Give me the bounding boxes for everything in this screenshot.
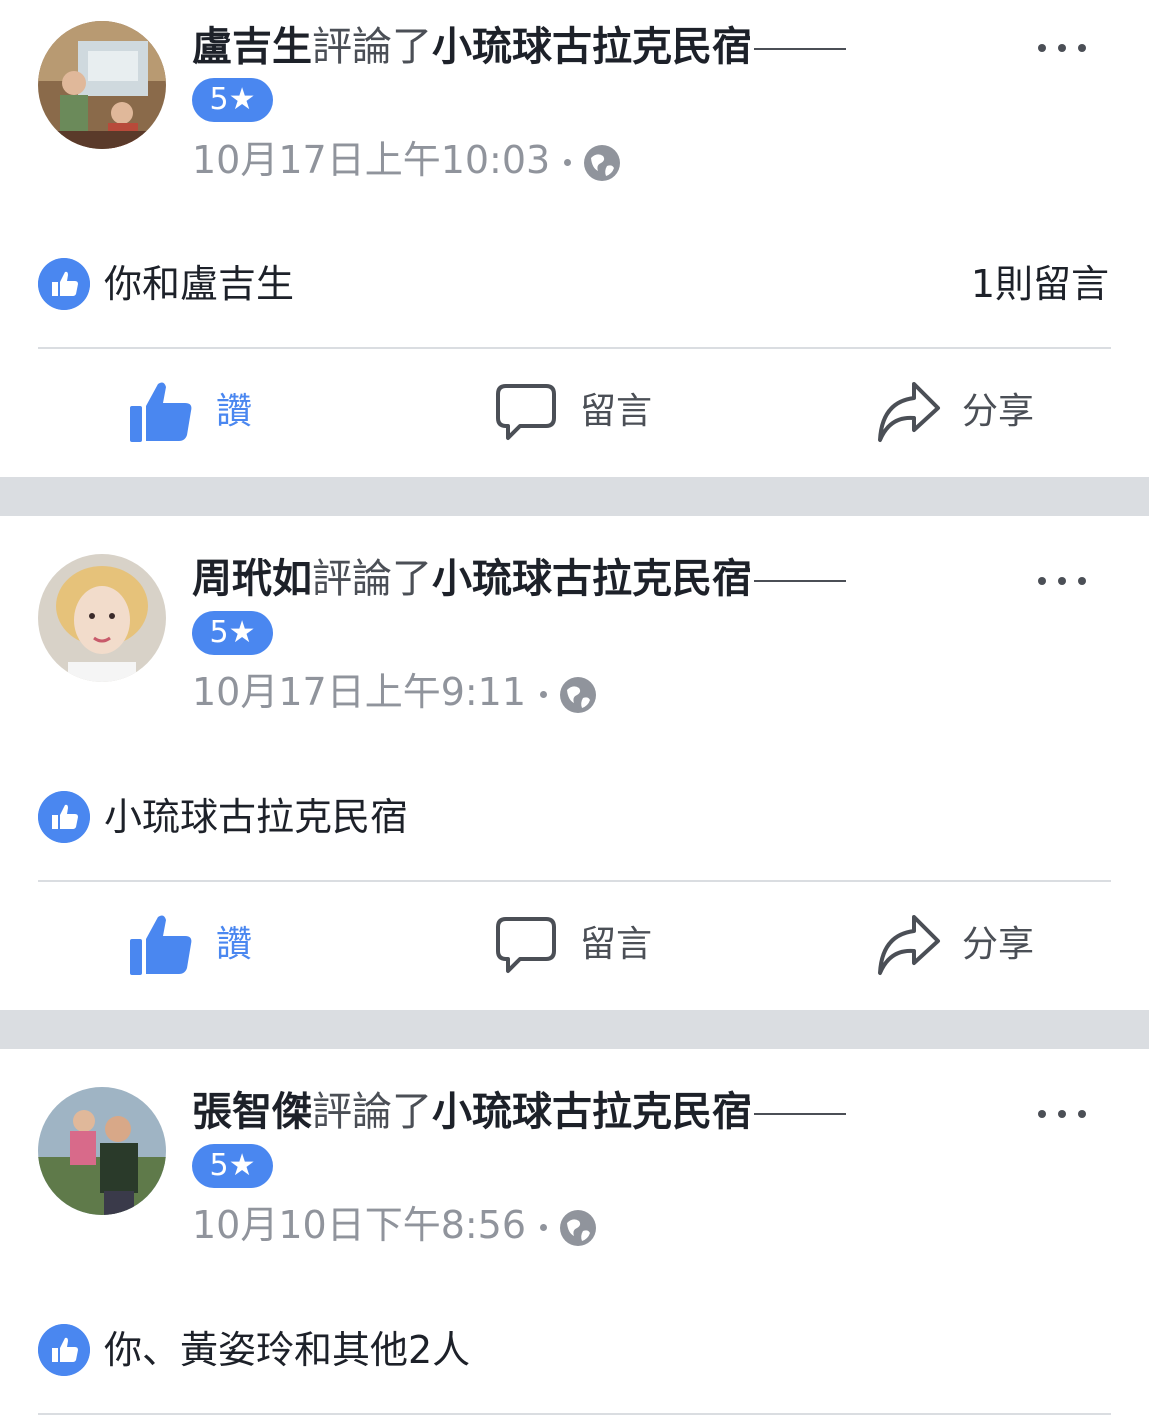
divider [38,880,1111,882]
share-label: 分享 [962,391,1035,432]
like-label: 讚 [216,391,253,432]
post-separator [0,1010,1149,1049]
post-header: 張智傑評論了小琉球古拉克民宿 [192,1087,846,1137]
like-button[interactable]: 讚 [128,911,268,981]
divider [38,1413,1111,1415]
comment-label: 留言 [580,924,653,965]
more-options-icon[interactable] [1032,1096,1092,1132]
comment-bubble-icon [496,917,556,973]
action-bar: 讚 留言 分享 [0,378,1149,448]
page-name[interactable]: 小琉球古拉克民宿 [432,556,752,602]
more-options-icon[interactable] [1032,563,1092,599]
like-badge-icon [38,791,90,843]
globe-icon [584,144,621,181]
dash-divider [754,580,846,582]
dash-divider [754,1113,846,1115]
rating-badge: 5★ [192,1144,273,1188]
timestamp[interactable]: 10月17日上午9:11 [192,670,526,714]
action-bar: 讚 留言 分享 [0,911,1149,981]
review-post: 盧吉生評論了小琉球古拉克民宿 5★ 10月17日上午10:03 你和盧吉生 1則… [0,0,1149,477]
likes-text: 小琉球古拉克民宿 [104,795,409,839]
author-name[interactable]: 周玳如 [192,556,312,602]
review-post: 周玳如評論了小琉球古拉克民宿 5★ 10月17日上午9:11 小琉球古拉克民宿 … [0,516,1149,1010]
divider [38,347,1111,349]
review-verb: 評論了 [312,556,432,602]
post-header: 盧吉生評論了小琉球古拉克民宿 [192,22,846,72]
avatar[interactable] [38,554,166,682]
post-header: 周玳如評論了小琉球古拉克民宿 [192,554,846,604]
author-name[interactable]: 盧吉生 [192,24,312,70]
review-verb: 評論了 [312,1089,432,1135]
comment-count[interactable]: 1則留言 [971,260,1109,308]
likes-text: 你和盧吉生 [104,262,295,306]
like-button[interactable]: 讚 [128,378,268,448]
comment-button[interactable]: 留言 [494,378,664,448]
post-meta: 10月17日上午10:03 [192,137,621,183]
post-meta: 10月10日下午8:56 [192,1202,597,1248]
meta-dot [540,1224,548,1231]
author-name[interactable]: 張智傑 [192,1089,312,1135]
comment-label: 留言 [580,391,653,432]
page-name[interactable]: 小琉球古拉克民宿 [432,24,752,70]
comment-button[interactable]: 留言 [494,911,664,981]
globe-icon [560,1209,597,1246]
meta-dot [540,691,548,698]
avatar[interactable] [38,1087,166,1215]
like-badge-icon [38,1324,90,1376]
rating-badge: 5★ [192,611,273,655]
meta-dot [564,159,572,166]
timestamp[interactable]: 10月10日下午8:56 [192,1203,526,1247]
post-meta: 10月17日上午9:11 [192,669,597,715]
share-button[interactable]: 分享 [876,378,1046,448]
share-arrow-icon [878,915,940,975]
share-label: 分享 [962,924,1035,965]
more-options-icon[interactable] [1032,30,1092,66]
thumbs-up-icon [130,382,192,442]
rating-badge: 5★ [192,78,273,122]
share-button[interactable]: 分享 [876,911,1046,981]
timestamp[interactable]: 10月17日上午10:03 [192,138,550,182]
dash-divider [754,48,846,50]
page-name[interactable]: 小琉球古拉克民宿 [432,1089,752,1135]
like-label: 讚 [216,924,253,965]
likes-text: 你、黃姿玲和其他2人 [104,1328,471,1372]
comment-bubble-icon [496,384,556,440]
avatar[interactable] [38,21,166,149]
review-verb: 評論了 [312,24,432,70]
share-arrow-icon [878,382,940,442]
globe-icon [560,676,597,713]
review-post: 張智傑評論了小琉球古拉克民宿 5★ 10月10日下午8:56 你、黃姿玲和其他2… [0,1049,1149,1424]
thumbs-up-icon [130,915,192,975]
post-separator [0,477,1149,516]
like-badge-icon [38,258,90,310]
